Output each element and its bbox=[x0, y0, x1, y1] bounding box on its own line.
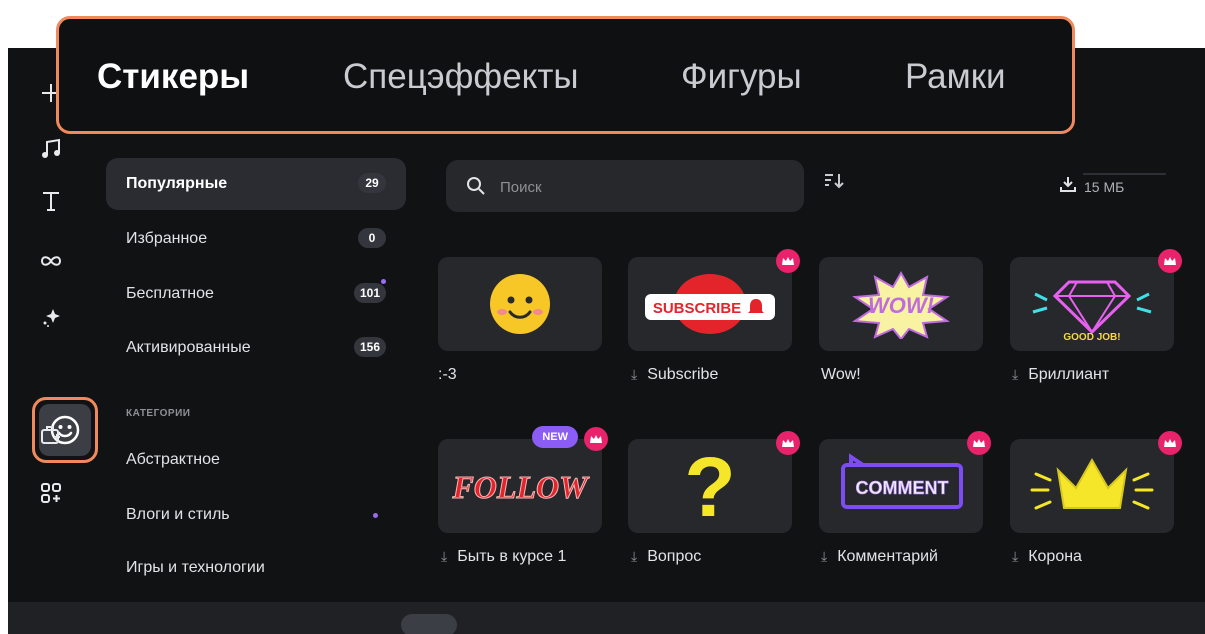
question-sticker-art: ? bbox=[628, 439, 792, 533]
wow-text: WOW! bbox=[868, 293, 934, 318]
sticker-card[interactable]: COMMENT bbox=[819, 431, 991, 533]
sticker-label: ⤓ Корона bbox=[1012, 548, 1082, 565]
category-label: Влоги и стиль bbox=[126, 506, 230, 523]
follow-sticker-art: FOLLOW bbox=[438, 439, 602, 533]
sticker-label: ⤓ Бриллиант bbox=[1012, 366, 1110, 383]
sticker-card[interactable]: WOW! bbox=[819, 257, 983, 351]
category-count: 29 bbox=[358, 173, 386, 193]
category-label: Игры и технологии bbox=[126, 559, 265, 576]
follow-text: FOLLOW bbox=[451, 469, 590, 505]
sort-icon[interactable] bbox=[824, 172, 850, 198]
category-label: Абстрактное bbox=[126, 451, 220, 468]
search-bar[interactable] bbox=[446, 160, 804, 212]
search-icon bbox=[467, 177, 485, 195]
sticker-label: :-3 bbox=[438, 366, 457, 383]
sparkle-effects-icon[interactable] bbox=[32, 298, 70, 336]
sticker-panel: Популярные 29 Избранное 0 Бесплатное 101… bbox=[8, 48, 1205, 634]
download-icon: ⤓ bbox=[441, 548, 448, 564]
tab-stickers[interactable]: Стикеры bbox=[97, 57, 249, 97]
good-job-text: GOOD JOB! bbox=[1063, 332, 1120, 343]
sticker-label: ⤓ Комментарий bbox=[821, 548, 938, 565]
premium-crown-icon bbox=[1158, 249, 1182, 273]
category-favorites[interactable]: Избранное 0 bbox=[106, 213, 406, 265]
sticker-label: ⤓ Вопрос bbox=[631, 548, 702, 565]
subscribe-text: SUBSCRIBE bbox=[653, 300, 741, 317]
add-media-icon[interactable] bbox=[32, 416, 70, 454]
music-note-icon[interactable] bbox=[32, 130, 70, 168]
category-label: Бесплатное bbox=[126, 285, 214, 302]
download-all[interactable]: 15 МБ bbox=[1060, 176, 1124, 195]
new-content-dot bbox=[381, 279, 386, 284]
premium-crown-icon bbox=[776, 249, 800, 273]
category-count: 101 bbox=[353, 283, 386, 303]
add-apps-icon[interactable] bbox=[32, 474, 70, 512]
comment-sticker-art: COMMENT bbox=[819, 439, 983, 533]
sticker-card[interactable] bbox=[1010, 431, 1182, 533]
download-icon: ⤓ bbox=[631, 548, 638, 564]
premium-crown-icon bbox=[1158, 431, 1182, 455]
sticker-label: ⤓ Subscribe bbox=[631, 366, 719, 383]
category-label: Активированные bbox=[126, 339, 251, 356]
download-icon: ⤓ bbox=[821, 548, 828, 564]
wow-sticker-art: WOW! bbox=[819, 257, 983, 351]
category-label: Популярные bbox=[126, 175, 228, 192]
tabs-divider bbox=[1083, 173, 1166, 175]
category-free[interactable]: Бесплатное 101 bbox=[106, 268, 406, 320]
timeline-toolbar bbox=[8, 602, 1205, 634]
premium-crown-icon bbox=[776, 431, 800, 455]
category-count: 0 bbox=[358, 228, 386, 248]
new-badge: NEW bbox=[532, 426, 578, 448]
crown-sticker-art bbox=[1010, 439, 1174, 533]
sticker-card[interactable]: FOLLOW NEW bbox=[438, 426, 608, 533]
category-vlogs[interactable]: Влоги и стиль bbox=[106, 489, 406, 541]
download-icon bbox=[1060, 176, 1076, 195]
premium-crown-icon bbox=[584, 427, 608, 451]
new-content-dot bbox=[373, 513, 378, 518]
tab-effects[interactable]: Спецэффекты bbox=[343, 57, 579, 97]
tab-shapes[interactable]: Фигуры bbox=[681, 57, 802, 97]
search-input[interactable] bbox=[498, 174, 782, 200]
text-icon[interactable] bbox=[32, 182, 70, 220]
download-icon: ⤓ bbox=[631, 366, 638, 382]
smiley-sticker-art bbox=[438, 257, 602, 351]
category-count: 156 bbox=[353, 337, 386, 357]
premium-crown-icon bbox=[967, 431, 991, 455]
download-icon: ⤓ bbox=[1012, 366, 1019, 382]
download-size: 15 МБ bbox=[1084, 179, 1125, 195]
sticker-card[interactable] bbox=[438, 257, 602, 351]
transition-infinity-icon[interactable] bbox=[32, 242, 70, 280]
active-tool-pill[interactable] bbox=[401, 614, 457, 634]
subscribe-sticker-art: SUBSCRIBE bbox=[628, 257, 792, 351]
download-icon: ⤓ bbox=[1012, 548, 1019, 564]
question-mark-text: ? bbox=[684, 446, 735, 526]
category-abstract[interactable]: Абстрактное bbox=[106, 434, 406, 486]
tabs-highlight: Стикеры Спецэффекты Фигуры Рамки bbox=[56, 16, 1075, 134]
category-games-tech[interactable]: Игры и технологии bbox=[106, 542, 406, 594]
comment-text: COMMENT bbox=[856, 478, 949, 498]
category-popular[interactable]: Популярные 29 bbox=[106, 158, 406, 210]
diamond-sticker-art: GOOD JOB! bbox=[1010, 257, 1174, 351]
category-label: Избранное bbox=[126, 230, 208, 247]
sticker-label: Wow! bbox=[821, 366, 861, 383]
category-activated[interactable]: Активированные 156 bbox=[106, 322, 406, 374]
sticker-card[interactable]: SUBSCRIBE bbox=[628, 249, 800, 351]
sticker-card[interactable]: ? bbox=[628, 431, 800, 533]
sticker-label: ⤓ Быть в курсе 1 bbox=[441, 548, 567, 565]
categories-heading: КАТЕГОРИИ bbox=[126, 408, 191, 419]
sticker-card[interactable]: GOOD JOB! bbox=[1010, 249, 1182, 351]
tab-frames[interactable]: Рамки bbox=[905, 57, 1006, 97]
